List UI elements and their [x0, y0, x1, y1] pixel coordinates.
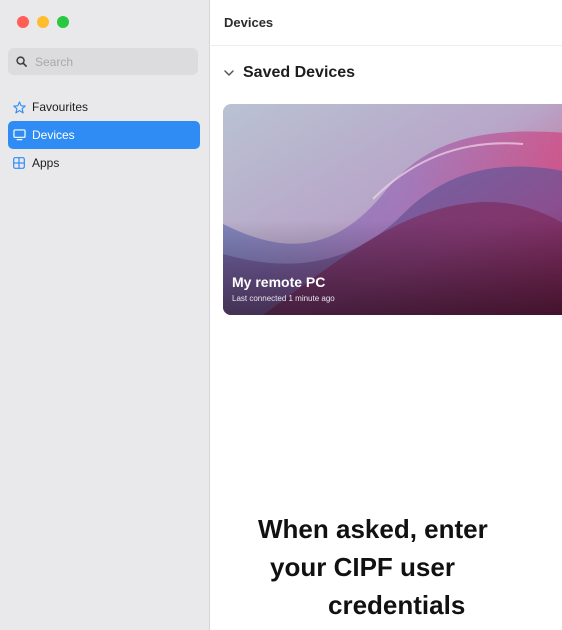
monitor-icon	[12, 128, 26, 142]
sidebar-item-devices[interactable]: Devices	[8, 121, 200, 149]
zoom-button[interactable]	[57, 16, 69, 28]
toolbar: Devices	[211, 0, 562, 46]
star-icon	[12, 100, 26, 114]
sidebar-nav: Favourites Devices Apps	[8, 93, 200, 177]
minimize-button[interactable]	[37, 16, 49, 28]
caption-line: credentials	[328, 590, 466, 620]
search-input[interactable]	[33, 53, 187, 70]
sidebar-item-label: Favourites	[32, 100, 89, 114]
page-title: Devices	[224, 15, 274, 30]
apps-grid-icon	[12, 156, 26, 170]
sidebar-item-label: Apps	[32, 156, 60, 170]
sidebar-item-label: Devices	[32, 128, 75, 142]
section-label: Saved Devices	[243, 64, 356, 81]
device-card[interactable]: My remote PC Last connected 1 minute ago	[223, 104, 562, 315]
saved-devices-header[interactable]: Saved Devices	[224, 64, 355, 82]
search-icon	[16, 56, 27, 67]
device-name: My remote PC	[232, 274, 326, 290]
chevron-down-icon	[224, 69, 234, 76]
caption-line: your CIPF user	[270, 552, 455, 582]
search-box[interactable]	[8, 48, 198, 75]
app-window: Favourites Devices	[0, 0, 562, 630]
caption-line: When asked, enter	[258, 514, 488, 544]
last-connected-text: Last connected 1 minute ago	[232, 294, 335, 303]
sidebar-item-apps[interactable]: Apps	[8, 149, 200, 177]
instruction-caption: When asked, enter your CIPF user credent…	[258, 510, 562, 630]
window-controls	[17, 16, 69, 28]
close-button[interactable]	[17, 16, 29, 28]
sidebar: Favourites Devices	[0, 0, 210, 630]
sidebar-item-favourites[interactable]: Favourites	[8, 93, 200, 121]
